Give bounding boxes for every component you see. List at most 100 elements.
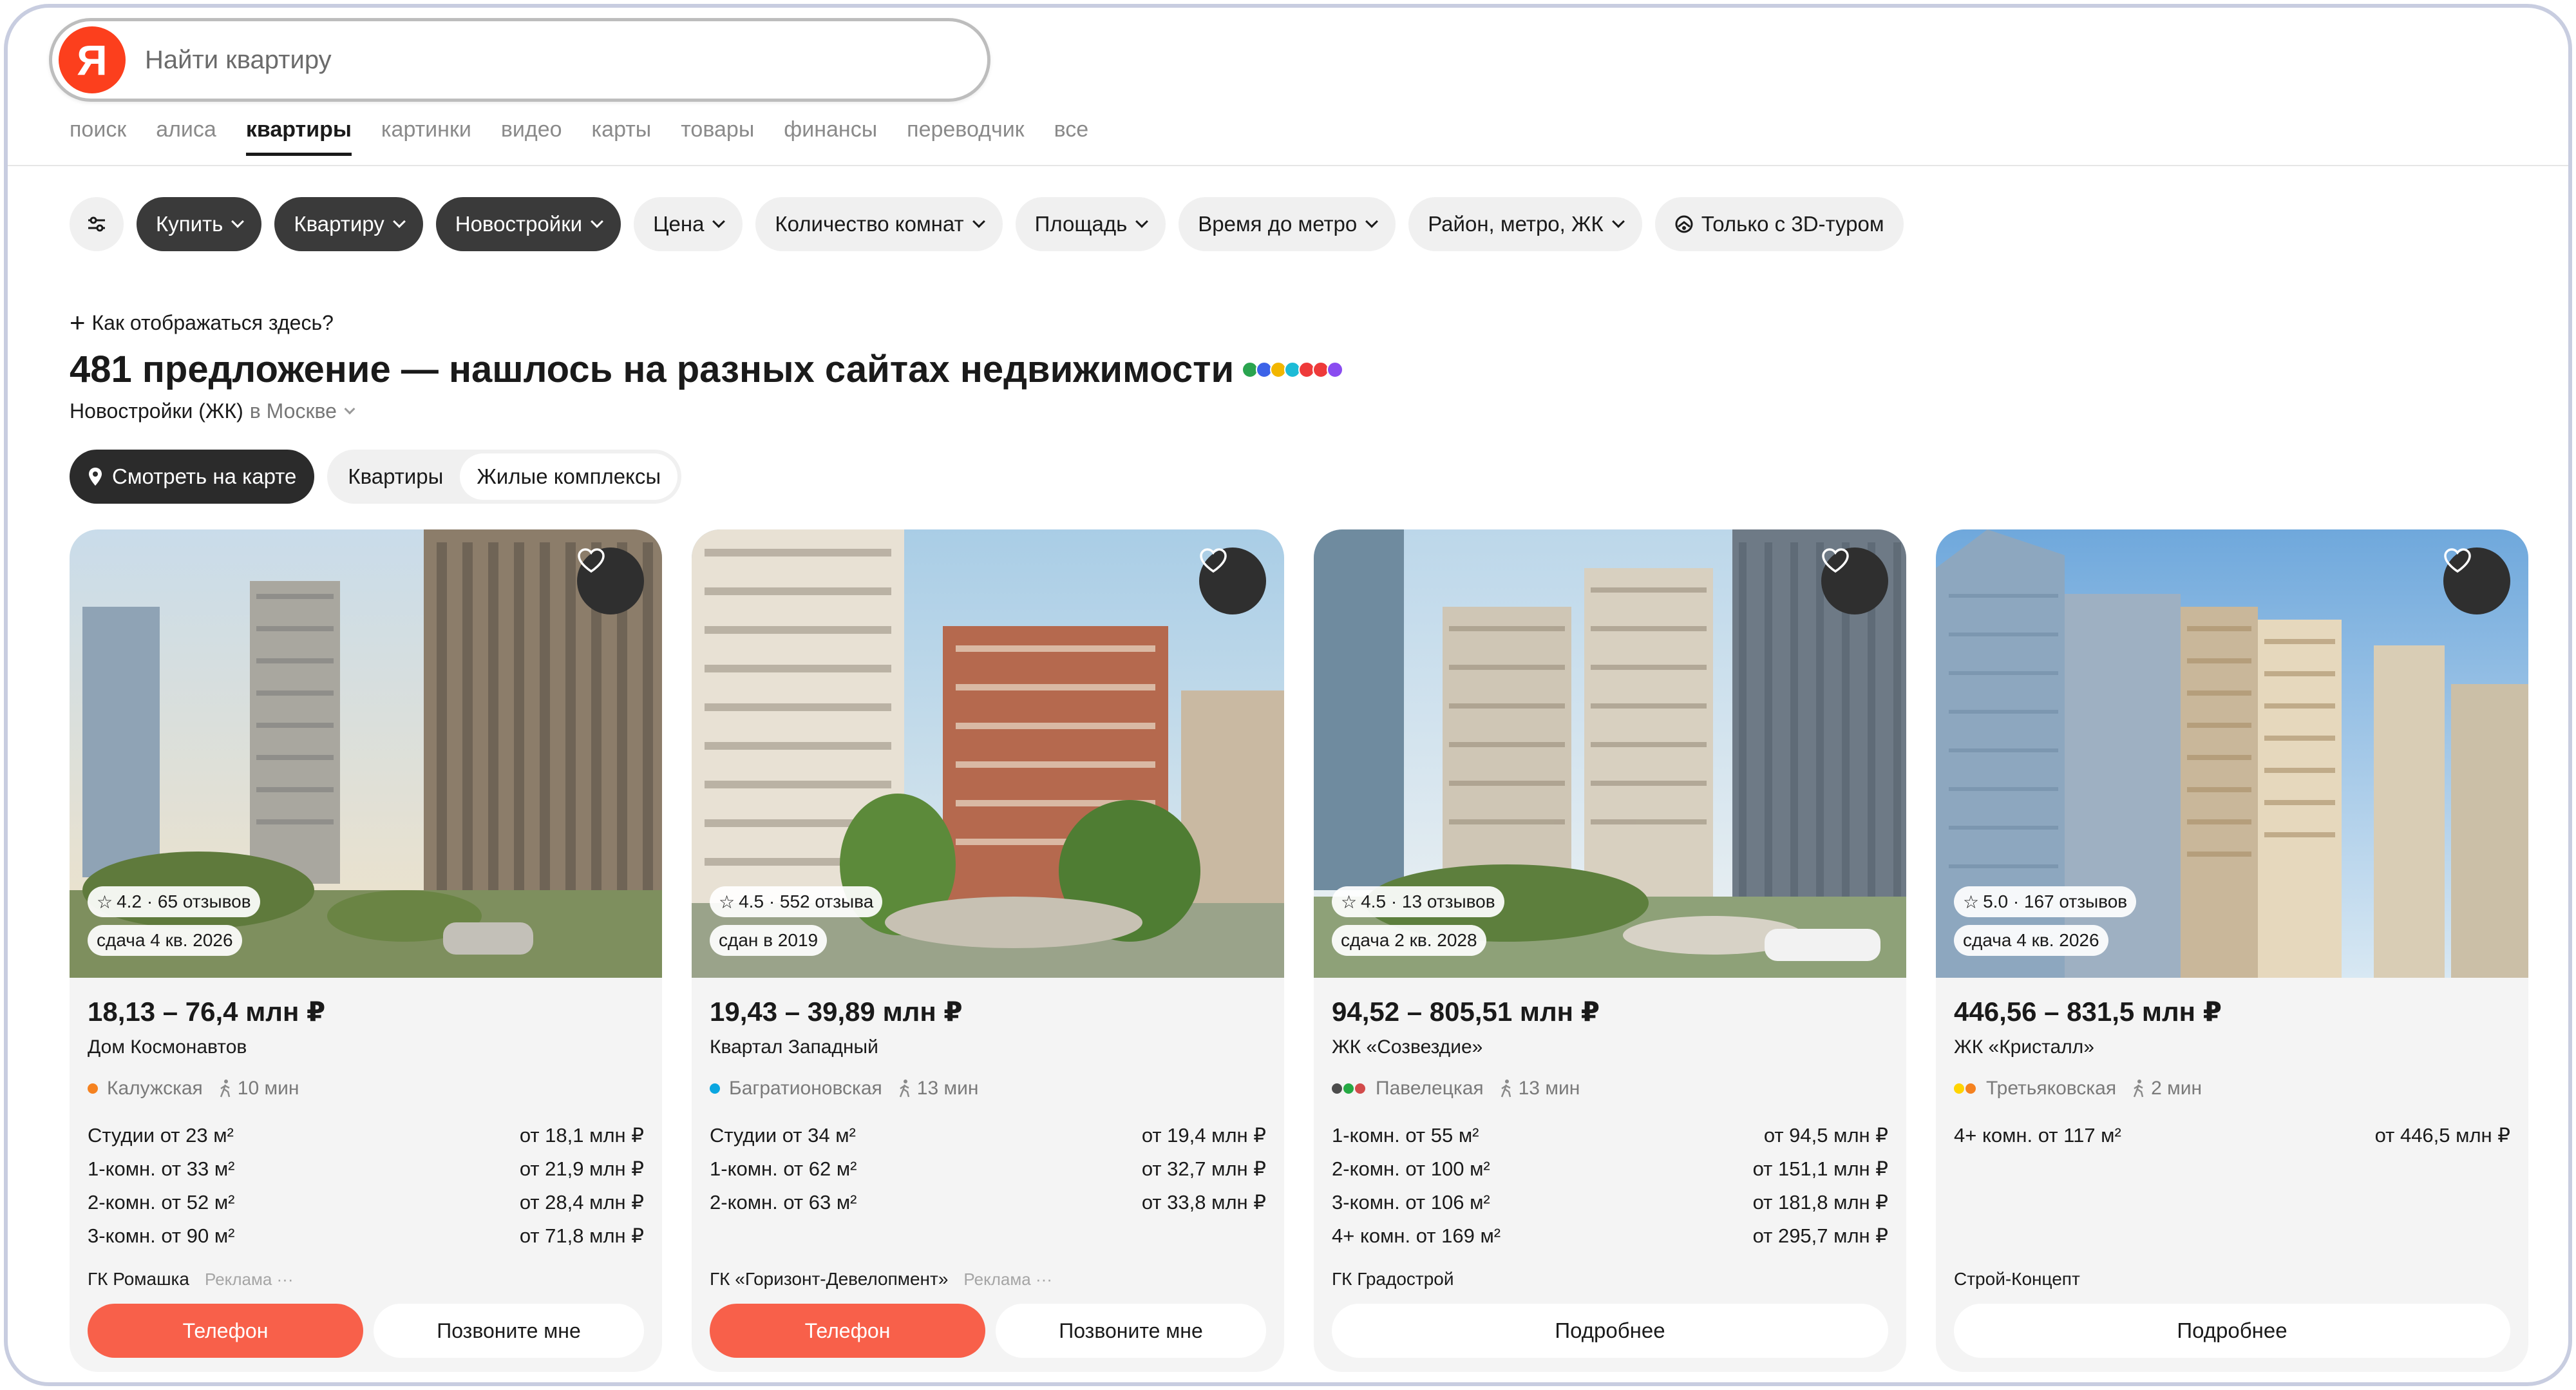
offer-row[interactable]: 4+ комн. от 169 м² от 295,7 млн ₽ [1332, 1219, 1888, 1253]
complex-photo[interactable]: ☆ 5.0 · 167 отзывов сдача 4 кв. 2026 [1936, 529, 2528, 978]
chevron-down-icon [1365, 215, 1379, 228]
walk-time: 13 мин [916, 1078, 979, 1099]
offer-price: от 151,1 млн ₽ [1752, 1157, 1888, 1180]
nav-item-maps[interactable]: карты [592, 117, 652, 153]
offer-type: 1-комн. от 62 м² [710, 1157, 857, 1180]
complex-photo[interactable]: ☆ 4.5 · 13 отзывов сдача 2 кв. 2028 [1314, 529, 1906, 978]
favorite-button[interactable] [577, 547, 644, 614]
developer-info: Строй-Концепт [1954, 1269, 2080, 1290]
favorite-button[interactable] [1199, 547, 1266, 614]
ad-label[interactable]: Реклама ··· [205, 1270, 294, 1290]
tab-apartments[interactable]: Квартиры [331, 453, 460, 500]
star-icon: ☆ [719, 891, 735, 912]
complex-name[interactable]: Квартал Западный [710, 1036, 1266, 1058]
offer-row[interactable]: 2-комн. от 63 м² от 33,8 млн ₽ [710, 1186, 1266, 1219]
filter-deal-type[interactable]: Купить [137, 197, 262, 251]
complex-card[interactable]: ☆ 5.0 · 167 отзывов сдача 4 кв. 2026 446,… [1936, 529, 2528, 1372]
offer-price: от 295,7 млн ₽ [1752, 1224, 1888, 1247]
browser-frame: Я поиск алиса квартиры картинки видео ка… [4, 4, 2572, 1386]
filter-rooms[interactable]: Количество комнат [755, 197, 1003, 251]
offer-row[interactable]: Студии от 34 м² от 19,4 млн ₽ [710, 1119, 1266, 1152]
offer-type: 2-комн. от 100 м² [1332, 1157, 1490, 1180]
filter-label: Цена [653, 212, 705, 236]
callback-button[interactable]: Позвоните мне [374, 1304, 644, 1358]
category-selector[interactable]: Новостройки (ЖК) в Москве [70, 399, 355, 423]
search-input[interactable] [145, 45, 918, 75]
filter-3d-tour[interactable]: Только с 3D-туром [1654, 197, 1904, 251]
favorite-button[interactable] [2443, 547, 2510, 614]
walk-time: 10 мин [237, 1078, 299, 1099]
offer-type: Студии от 34 м² [710, 1124, 856, 1147]
category-text: Новостройки (ЖК) [70, 399, 243, 423]
filter-price[interactable]: Цена [634, 197, 743, 251]
phone-button[interactable]: Телефон [710, 1304, 985, 1358]
complex-photo[interactable]: ☆ 4.2 · 65 отзывов сдача 4 кв. 2026 [70, 529, 662, 978]
developer-name: ГК «Горизонт-Девелопмент» [710, 1269, 949, 1289]
results-headline-text: 481 предложение — нашлось на разных сайт… [70, 348, 1235, 390]
nav-item-goods[interactable]: товары [681, 117, 754, 153]
offer-row[interactable]: 2-комн. от 100 м² от 151,1 млн ₽ [1332, 1152, 1888, 1186]
complex-card[interactable]: ☆ 4.5 · 552 отзыва сдан в 2019 19,43 – 39… [692, 529, 1284, 1372]
callback-button[interactable]: Позвоните мне [996, 1304, 1266, 1358]
filter-label: Купить [156, 212, 223, 236]
filter-location[interactable]: Район, метро, ЖК [1408, 197, 1642, 251]
price-range: 446,56 – 831,5 млн ₽ [1954, 996, 2222, 1027]
offer-row[interactable]: Студии от 23 м² от 18,1 млн ₽ [88, 1119, 644, 1152]
nav-item-video[interactable]: видео [501, 117, 562, 153]
more-button[interactable]: Подробнее [1332, 1304, 1888, 1358]
developer-name: Строй-Концепт [1954, 1269, 2080, 1289]
nav-item-images[interactable]: картинки [381, 117, 471, 153]
nav-item-search[interactable]: поиск [70, 117, 126, 153]
offer-row[interactable]: 3-комн. от 90 м² от 71,8 млн ₽ [88, 1219, 644, 1253]
nav-item-alice[interactable]: алиса [156, 117, 216, 153]
yandex-logo-icon[interactable]: Я [59, 26, 126, 93]
filter-property-type[interactable]: Квартиру [274, 197, 423, 251]
offer-price: от 446,5 млн ₽ [2374, 1124, 2510, 1147]
more-button[interactable]: Подробнее [1954, 1304, 2510, 1358]
chevron-down-icon [1135, 215, 1149, 228]
complex-name[interactable]: ЖК «Созвездие» [1332, 1036, 1888, 1058]
chevron-down-icon [231, 215, 245, 228]
complex-name[interactable]: Дом Космонавтов [88, 1036, 644, 1058]
phone-button[interactable]: Телефон [88, 1304, 363, 1358]
nav-item-all[interactable]: все [1054, 117, 1089, 153]
card-body: 446,56 – 831,5 млн ₽ ЖК «Кристалл» Треть… [1954, 996, 2510, 1152]
rating-text: 4.5 · 13 отзывов [1361, 891, 1495, 911]
tab-complexes[interactable]: Жилые комплексы [460, 453, 678, 500]
filter-metro-time[interactable]: Время до метро [1179, 197, 1396, 251]
nav-item-apartments[interactable]: квартиры [245, 117, 352, 156]
nav-item-finance[interactable]: финансы [784, 117, 877, 153]
developer-info: ГК Градострой [1332, 1269, 1454, 1290]
offer-row[interactable]: 1-комн. от 33 м² от 21,9 млн ₽ [88, 1152, 644, 1186]
offer-row[interactable]: 3-комн. от 106 м² от 181,8 млн ₽ [1332, 1186, 1888, 1219]
price-range: 18,13 – 76,4 млн ₽ [88, 996, 326, 1027]
complex-photo[interactable]: ☆ 4.5 · 552 отзыва сдан в 2019 [692, 529, 1284, 978]
complex-card[interactable]: ☆ 4.5 · 13 отзывов сдача 2 кв. 2028 94,52… [1314, 529, 1906, 1372]
heart-icon [1200, 548, 1227, 573]
nav-item-translator[interactable]: переводчик [907, 117, 1024, 153]
results-headline: 481 предложение — нашлось на разных сайт… [70, 348, 1344, 391]
offer-row[interactable]: 4+ комн. от 117 м² от 446,5 млн ₽ [1954, 1119, 2510, 1152]
filter-new-buildings[interactable]: Новостройки [435, 197, 621, 251]
metro-station: Третьяковская [1986, 1078, 2117, 1099]
offer-row[interactable]: 2-комн. от 52 м² от 28,4 млн ₽ [88, 1186, 644, 1219]
search-bar[interactable]: Я [49, 18, 990, 102]
metro-line-icon [1954, 1083, 1977, 1094]
ad-label[interactable]: Реклама ··· [963, 1270, 1052, 1290]
offer-price: от 18,1 млн ₽ [519, 1124, 644, 1147]
metro-info: Павелецкая 13 мин [1332, 1078, 1888, 1100]
complex-name[interactable]: ЖК «Кристалл» [1954, 1036, 2510, 1058]
filter-area[interactable]: Площадь [1015, 197, 1166, 251]
how-to-appear-link[interactable]: + Как отображаться здесь? [70, 309, 334, 336]
walking-icon [1499, 1079, 1513, 1098]
complex-card[interactable]: ☆ 4.2 · 65 отзывов сдача 4 кв. 2026 18,13… [70, 529, 662, 1372]
filter-settings-button[interactable] [70, 197, 124, 251]
offer-row[interactable]: 1-комн. от 62 м² от 32,7 млн ₽ [710, 1152, 1266, 1186]
show-on-map-button[interactable]: Смотреть на карте [70, 450, 315, 504]
offer-price: от 32,7 млн ₽ [1141, 1157, 1266, 1180]
offer-row[interactable]: 1-комн. от 55 м² от 94,5 млн ₽ [1332, 1119, 1888, 1152]
offer-price: от 94,5 млн ₽ [1763, 1124, 1888, 1147]
rating-text: 4.5 · 552 отзыва [739, 891, 874, 911]
offer-list: 4+ комн. от 117 м² от 446,5 млн ₽ [1954, 1119, 2510, 1152]
favorite-button[interactable] [1821, 547, 1888, 614]
